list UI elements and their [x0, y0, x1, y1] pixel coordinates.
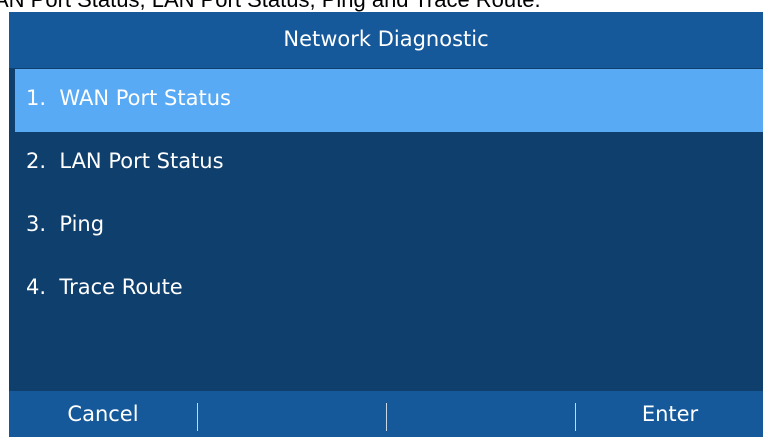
diagnostic-menu: 1. WAN Port Status 2. LAN Port Status 3.… — [15, 69, 763, 321]
menu-item-wan-port-status[interactable]: 1. WAN Port Status — [15, 69, 763, 132]
softkey-bar: Cancel Enter — [9, 391, 763, 437]
menu-item-label: 3. Ping — [26, 212, 105, 236]
menu-item-ping[interactable]: 3. Ping — [15, 195, 763, 258]
enter-softkey[interactable]: Enter — [576, 391, 763, 437]
menu-item-label: 4. Trace Route — [26, 275, 183, 299]
document-caption: AN Port Status, LAN Port Status, Ping an… — [0, 0, 765, 12]
screen-title: Network Diagnostic — [283, 27, 489, 51]
menu-item-trace-route[interactable]: 4. Trace Route — [15, 258, 763, 321]
phone-screen: Network Diagnostic 1. WAN Port Status 2.… — [9, 12, 763, 437]
cancel-softkey[interactable]: Cancel — [9, 391, 197, 437]
softkey-3-empty[interactable] — [387, 391, 575, 437]
softkey-2-empty[interactable] — [198, 391, 386, 437]
caption-text: AN Port Status, LAN Port Status, Ping an… — [0, 0, 541, 12]
menu-item-lan-port-status[interactable]: 2. LAN Port Status — [15, 132, 763, 195]
menu-item-label: 2. LAN Port Status — [26, 149, 224, 173]
title-bar: Network Diagnostic — [9, 12, 763, 68]
menu-item-label: 1. WAN Port Status — [26, 86, 231, 110]
